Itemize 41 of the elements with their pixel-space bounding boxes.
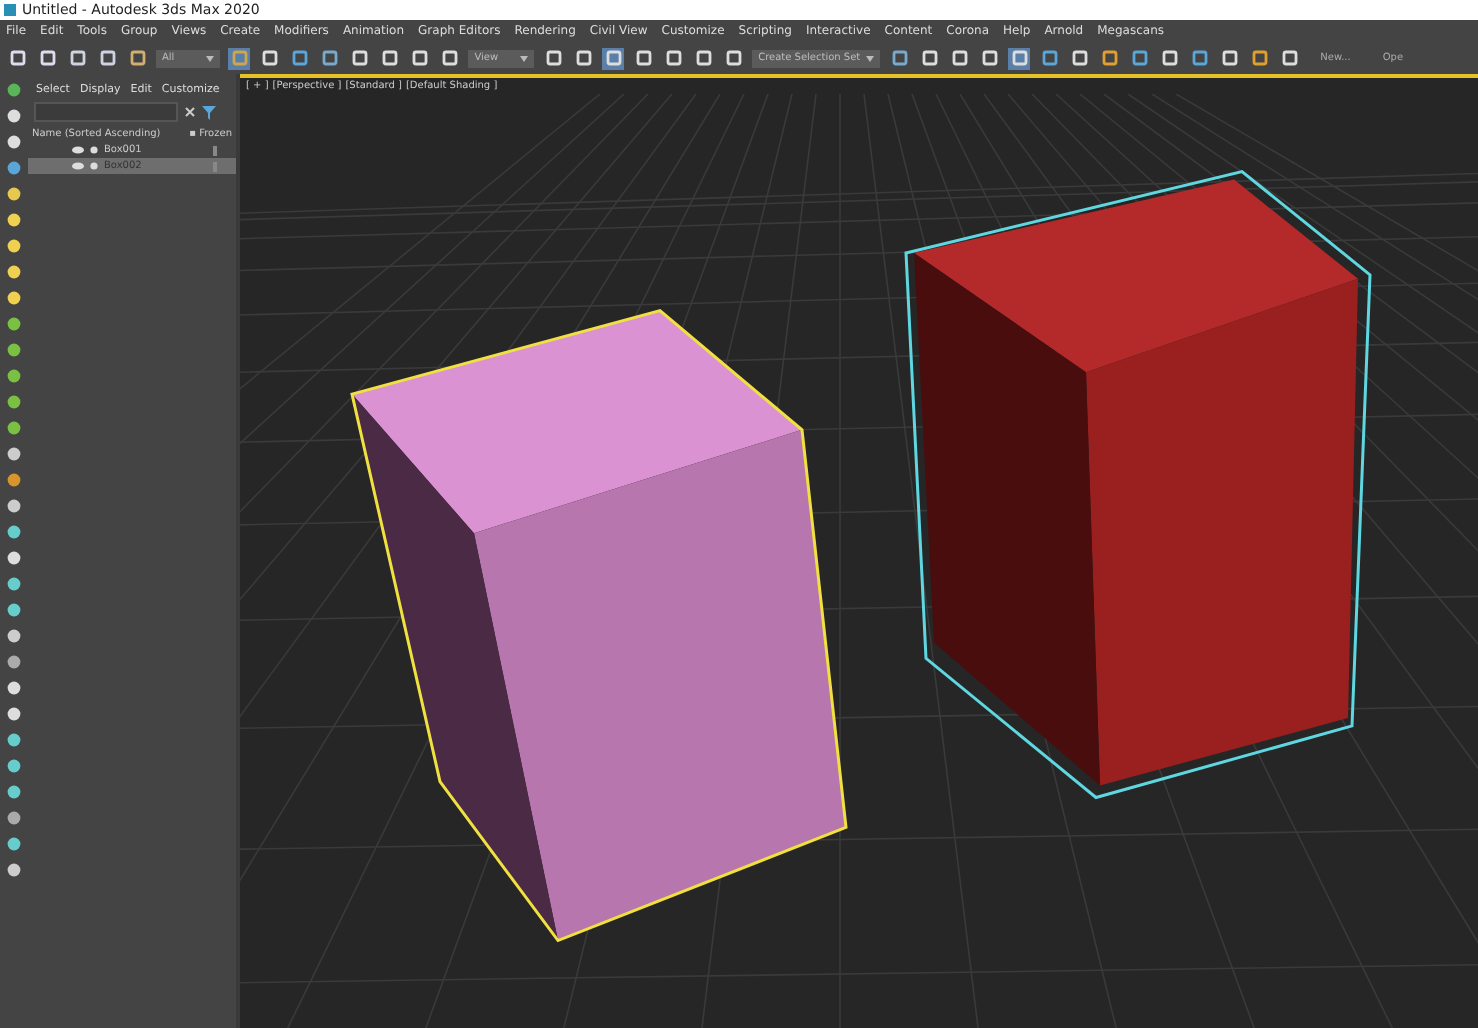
toolbar-icon[interactable] — [1278, 47, 1301, 69]
toolbar-icon[interactable] — [438, 47, 461, 69]
toolbar-icon[interactable] — [126, 47, 148, 69]
close-icon[interactable] — [184, 106, 196, 118]
toolbar-icon[interactable] — [258, 47, 281, 69]
app-logo-icon — [4, 4, 16, 16]
toolbar-icon[interactable] — [1098, 47, 1121, 69]
toolbar-icon[interactable] — [66, 47, 88, 69]
toolbar-icon[interactable] — [6, 47, 28, 69]
toolbar-icon[interactable] — [408, 47, 431, 69]
toolbar-icon[interactable] — [1128, 47, 1151, 69]
caret-icon — [206, 55, 215, 61]
toolbar-icon[interactable] — [348, 47, 371, 69]
caret-icon — [866, 55, 875, 61]
caret-icon — [520, 55, 529, 61]
toolbar-icon[interactable] — [1218, 47, 1241, 69]
toolbar-icon[interactable] — [692, 47, 715, 69]
toolbar-icon[interactable] — [918, 47, 941, 69]
toolbar-icon[interactable] — [1038, 47, 1061, 69]
toolbar-icon[interactable] — [1158, 47, 1181, 69]
toolbar-icon[interactable] — [96, 47, 118, 69]
search-field[interactable] — [34, 102, 178, 122]
filter-icon[interactable] — [202, 105, 216, 119]
toolbar-icon[interactable] — [288, 47, 311, 69]
toolbar-icon[interactable] — [722, 47, 745, 69]
toolbar-icon[interactable] — [1248, 47, 1271, 69]
toolbar-icon[interactable] — [1188, 47, 1211, 69]
toolbar-icon[interactable] — [978, 47, 1001, 69]
toolbar-icon[interactable] — [1068, 47, 1091, 69]
toolbar-icon[interactable] — [632, 47, 655, 69]
toolbar-icon[interactable] — [572, 47, 595, 69]
toolbar-icon[interactable] — [228, 47, 251, 69]
toolbar-icon[interactable] — [1008, 47, 1031, 69]
toolbar-icon[interactable] — [318, 47, 341, 69]
toolbar-icon[interactable] — [378, 47, 401, 69]
toolbar-icon[interactable] — [888, 47, 911, 69]
toolbar-icon[interactable] — [542, 47, 565, 69]
toolbar-icon[interactable] — [662, 47, 685, 69]
toolbar-icon[interactable] — [36, 47, 58, 69]
toolbar-icon[interactable] — [602, 47, 625, 69]
toolbar-icon[interactable] — [948, 47, 971, 69]
